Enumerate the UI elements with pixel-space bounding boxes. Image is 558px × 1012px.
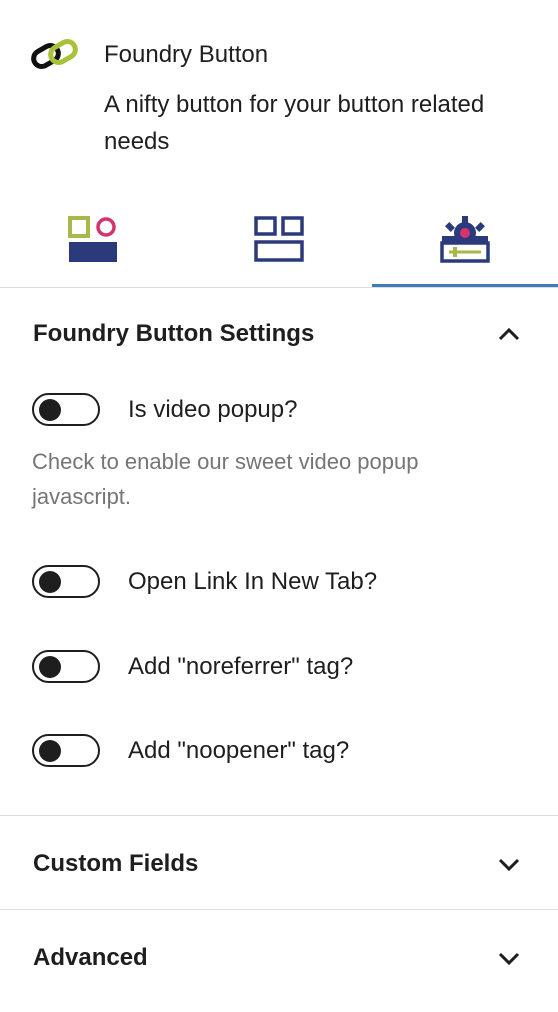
custom-fields-panel-toggle[interactable]: Custom Fields bbox=[0, 829, 558, 899]
toggle-label: Add "noreferrer" tag? bbox=[128, 653, 354, 680]
noreferrer-toggle[interactable]: Add "noreferrer" tag? bbox=[32, 650, 532, 690]
chain-link-icon bbox=[30, 36, 80, 74]
panel-title: Foundry Button Settings bbox=[33, 320, 315, 347]
advanced-panel-toggle[interactable]: Advanced bbox=[0, 923, 558, 993]
settings-icon bbox=[440, 216, 490, 263]
block-title: Foundry Button bbox=[104, 41, 269, 68]
divider bbox=[0, 815, 558, 816]
panel-title: Advanced bbox=[33, 944, 148, 971]
toggle-switch[interactable] bbox=[32, 565, 100, 598]
toggle-switch[interactable] bbox=[32, 734, 100, 767]
toggle-switch[interactable] bbox=[32, 650, 100, 683]
foundry-button-settings-panel-toggle[interactable]: Foundry Button Settings bbox=[0, 299, 558, 369]
chevron-down-icon bbox=[498, 952, 520, 966]
toggle-label: Is video popup? bbox=[128, 396, 298, 423]
toggle-switch[interactable] bbox=[32, 393, 100, 426]
inspector-tabs bbox=[0, 196, 558, 288]
layout-icon bbox=[254, 216, 304, 262]
toggle-label: Add "noopener" tag? bbox=[128, 737, 350, 764]
chevron-down-icon bbox=[498, 858, 520, 872]
block-description: A nifty button for your button related n… bbox=[104, 91, 485, 155]
panel-title: Custom Fields bbox=[33, 850, 199, 877]
chevron-up-icon bbox=[498, 327, 520, 341]
styles-tab[interactable] bbox=[0, 196, 186, 286]
settings-tab[interactable] bbox=[372, 196, 558, 287]
video-popup-help-text: Check to enable our sweet video popup ja… bbox=[32, 449, 419, 509]
toggle-label: Open Link In New Tab? bbox=[128, 568, 378, 595]
video-popup-toggle[interactable]: Is video popup? bbox=[32, 393, 532, 433]
divider bbox=[0, 909, 558, 910]
styles-icon bbox=[68, 216, 117, 262]
new-tab-toggle[interactable]: Open Link In New Tab? bbox=[32, 565, 532, 605]
layout-tab[interactable] bbox=[186, 196, 372, 286]
noopener-toggle[interactable]: Add "noopener" tag? bbox=[32, 734, 532, 774]
